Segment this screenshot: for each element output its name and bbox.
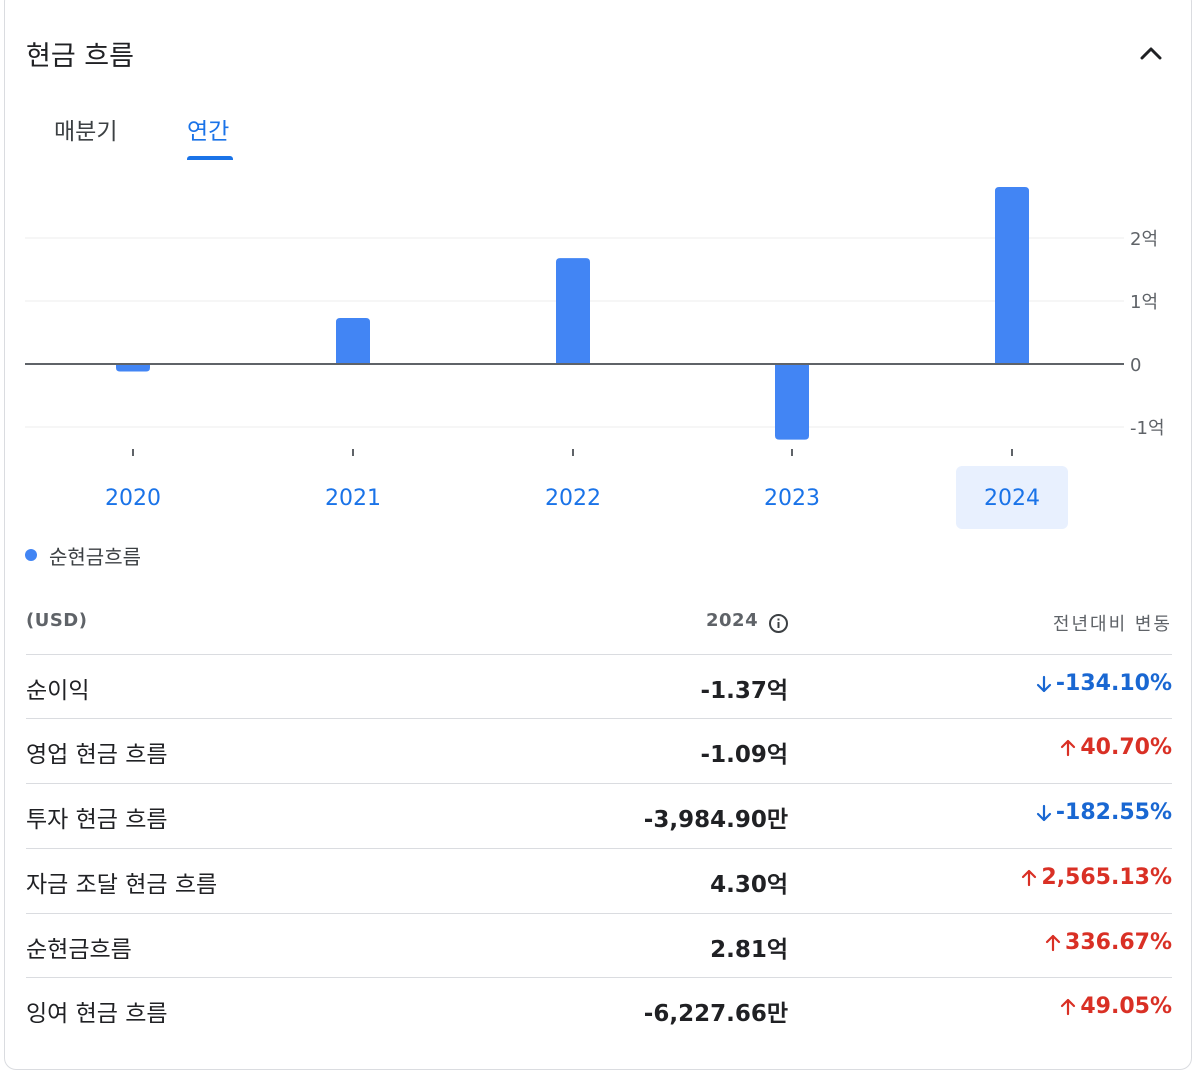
arrow-down-icon (1036, 675, 1052, 692)
table-row: 영업 현금 흐름 -1.09억 40.70% (26, 718, 1172, 783)
row-change: 40.70% (1059, 735, 1172, 760)
row-change: 336.67% (1044, 930, 1172, 955)
arrow-up-icon (1045, 934, 1061, 951)
row-change-value: -134.10% (1055, 671, 1172, 696)
table-row: 순현금흐름 2.81억 336.67% (26, 913, 1172, 978)
row-value: 4.30억 (710, 872, 788, 898)
row-change-value: 336.67% (1065, 930, 1172, 955)
bar-2021[interactable] (336, 318, 370, 364)
row-label: 자금 조달 현금 흐름 (26, 872, 218, 898)
y-tick-label: 0 (1130, 355, 1141, 376)
table-header-year: 2024 (706, 610, 759, 631)
row-value: 2.81억 (710, 937, 788, 963)
row-value: -1.09억 (700, 742, 788, 768)
row-label: 영업 현금 흐름 (26, 742, 168, 768)
table-row: 투자 현금 흐름 -3,984.90만 -182.55% (26, 783, 1172, 848)
table-header-unit: (USD) (26, 610, 88, 631)
row-change: 2,565.13% (1020, 865, 1172, 890)
year-label-2023[interactable]: 2023 (764, 486, 820, 511)
arrow-up-icon (1061, 998, 1076, 1015)
row-value: -3,984.90만 (643, 807, 788, 833)
row-change-value: 40.70% (1080, 735, 1172, 760)
info-icon[interactable] (768, 613, 789, 634)
year-label-2022[interactable]: 2022 (545, 486, 601, 511)
table-row: 잉여 현금 흐름 -6,227.66만 49.05% (26, 977, 1172, 1042)
row-change: -134.10% (1035, 671, 1172, 696)
row-label: 잉여 현금 흐름 (26, 1001, 168, 1027)
year-label-2021[interactable]: 2021 (325, 486, 381, 511)
bar-2023[interactable] (775, 364, 809, 440)
table-header-change: 전년대비 변동 (1052, 614, 1172, 635)
bar-2020[interactable] (116, 364, 150, 372)
row-change-value: -182.55% (1055, 800, 1172, 825)
bar-2022[interactable] (556, 258, 590, 364)
table-row: 순이익 -1.37억 -134.10% (26, 654, 1172, 719)
legend-swatch (25, 549, 37, 561)
chart-legend: 순현금흐름 (25, 541, 141, 569)
cash-flow-chart: 2억 1억 0 -1억 2020 2021 2022 2023 2024 (25, 186, 1165, 529)
arrow-up-icon (1022, 869, 1037, 886)
row-change: -182.55% (1035, 800, 1172, 825)
row-label: 순현금흐름 (26, 937, 132, 963)
table-row: 자금 조달 현금 흐름 4.30억 2,565.13% (26, 848, 1172, 913)
row-value: -6,227.66만 (643, 1001, 788, 1027)
y-tick-label: 2억 (1130, 229, 1158, 250)
row-change-value: 49.05% (1080, 994, 1172, 1019)
bar-2024[interactable] (995, 186, 1029, 364)
row-label: 순이익 (26, 678, 90, 704)
legend-label: 순현금흐름 (49, 544, 141, 569)
row-change: 49.05% (1059, 994, 1172, 1019)
row-label: 투자 현금 흐름 (26, 807, 168, 833)
arrow-down-icon (1036, 804, 1052, 821)
row-value: -1.37억 (700, 678, 788, 704)
year-label-2024[interactable]: 2024 (984, 486, 1040, 511)
year-label-2020[interactable]: 2020 (105, 486, 161, 511)
y-tick-label: 1억 (1130, 292, 1158, 313)
row-change-value: 2,565.13% (1041, 865, 1172, 890)
y-tick-label: -1억 (1130, 418, 1165, 439)
arrow-up-icon (1061, 739, 1076, 756)
